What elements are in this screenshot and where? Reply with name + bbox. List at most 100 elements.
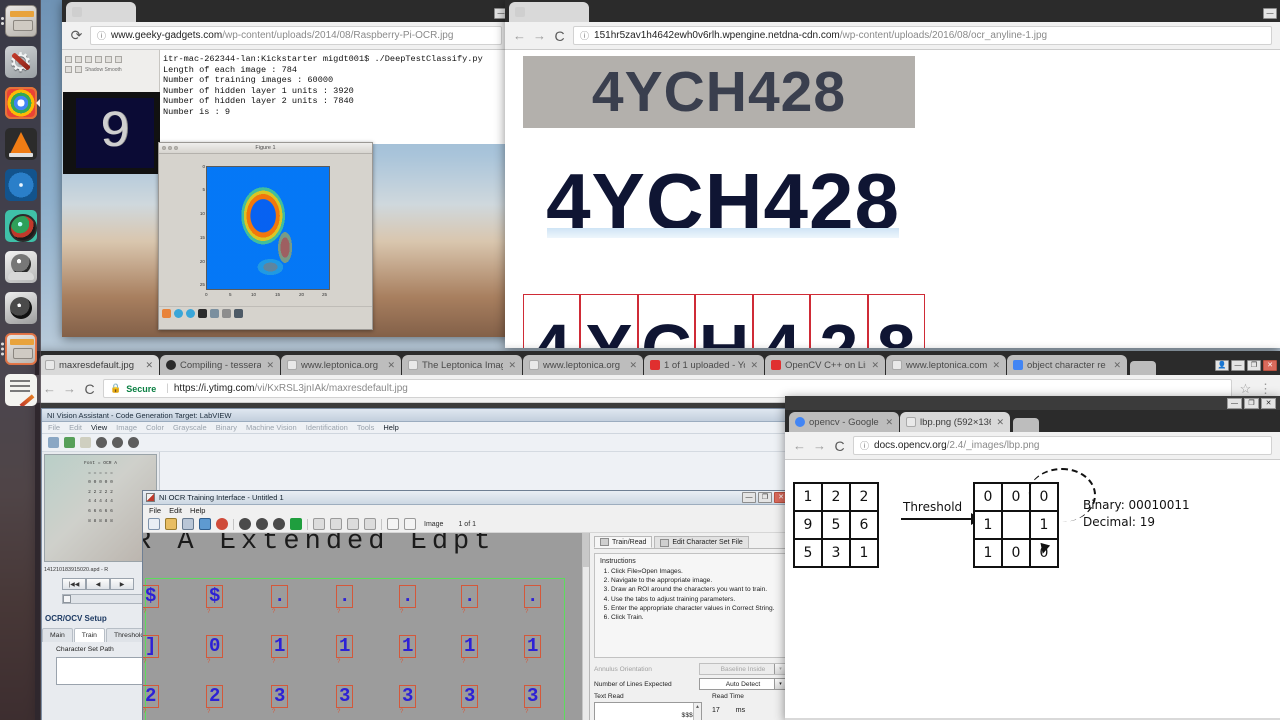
- ni-ocr-training-window[interactable]: NI OCR Training Interface - Untitled 1 —…: [142, 490, 792, 720]
- ni-menu-item-tools[interactable]: Tools: [357, 423, 375, 432]
- scrollbar-thumb[interactable]: [583, 533, 589, 567]
- first-image-icon[interactable]: [313, 518, 325, 530]
- browser-window-anyline[interactable]: — ← → C ⓘ 151hr5zav1h4642ewh0v6rlh.wpeng…: [505, 0, 1280, 348]
- roi-rect-icon[interactable]: [387, 518, 399, 530]
- close-icon[interactable]: ✕: [145, 360, 153, 371]
- bookmark-star-icon[interactable]: ☆: [1239, 381, 1252, 397]
- browser-tab[interactable]: [509, 2, 589, 22]
- unity-launcher[interactable]: [0, 0, 41, 720]
- prev-image-icon[interactable]: [330, 518, 342, 530]
- ni-menu-item-help[interactable]: Help: [383, 423, 398, 432]
- forward-icon[interactable]: →: [533, 28, 546, 43]
- browser-tab[interactable]: 1 of 1 uploaded - Yo ✕: [644, 355, 764, 375]
- launcher-item-webcam[interactable]: [0, 246, 41, 287]
- close-icon[interactable]: ✕: [885, 417, 893, 428]
- launcher-item-chrome[interactable]: [0, 82, 41, 123]
- new-icon[interactable]: [48, 437, 59, 448]
- minimize-button[interactable]: —: [742, 492, 756, 503]
- reload-icon[interactable]: C: [83, 381, 96, 397]
- address-bar[interactable]: ⓘ 151hr5zav1h4642ewh0v6rlh.wpengine.netd…: [573, 26, 1272, 45]
- chrome-menu-icon[interactable]: ⋮: [1259, 381, 1272, 397]
- tabstrip[interactable]: —: [505, 0, 1280, 22]
- close-button[interactable]: ✕: [1263, 360, 1277, 371]
- forward-icon[interactable]: →: [813, 438, 826, 453]
- close-icon[interactable]: ✕: [996, 417, 1004, 428]
- browser-tab[interactable]: Compiling - tessera ✕: [160, 355, 280, 375]
- text-read-scrollbar[interactable]: ▲ ▼: [693, 703, 701, 720]
- figure-toolbar[interactable]: [159, 306, 372, 319]
- minimize-button[interactable]: —: [1227, 397, 1242, 409]
- launcher-item-vlc[interactable]: [0, 123, 41, 164]
- scroll-up-icon[interactable]: ▲: [696, 703, 699, 711]
- ni-nav-buttons[interactable]: |◀◀ ◀ ▶: [62, 578, 134, 590]
- ni-menu-item-grayscale[interactable]: Grayscale: [173, 423, 207, 432]
- ni-menu-item-view[interactable]: View: [91, 423, 107, 432]
- slider-thumb[interactable]: [63, 595, 71, 603]
- profile-button[interactable]: 👤: [1215, 360, 1229, 371]
- ni-menu-item-identification[interactable]: Identification: [306, 423, 348, 432]
- forward-icon[interactable]: →: [63, 381, 76, 396]
- close-icon[interactable]: ✕: [266, 360, 274, 371]
- browser-window-geeky-gadgets[interactable]: — ⟳ ⓘ www.geeky-gadgets.com /wp-content/…: [62, 0, 510, 337]
- toolbar[interactable]: ← → C ⓘ 151hr5zav1h4642ewh0v6rlh.wpengin…: [505, 22, 1280, 50]
- save-icon[interactable]: [182, 518, 194, 530]
- close-icon[interactable]: ✕: [629, 360, 637, 371]
- prev-button[interactable]: ◀: [86, 578, 110, 590]
- back-icon[interactable]: [174, 308, 183, 318]
- close-icon[interactable]: ✕: [387, 360, 395, 371]
- save-as-icon[interactable]: [199, 518, 211, 530]
- back-icon[interactable]: ←: [513, 28, 526, 43]
- ni-menu-item-image[interactable]: Image: [116, 423, 137, 432]
- ocr-menu-item-file[interactable]: File: [149, 506, 161, 515]
- ocr-tab-edit-character-set-file[interactable]: Edit Character Set File: [654, 536, 749, 548]
- reload-icon[interactable]: ⟳: [70, 27, 83, 44]
- browser-tab[interactable]: www.leptonica.org ✕: [281, 355, 401, 375]
- ocr-menu-item-help[interactable]: Help: [190, 506, 205, 515]
- zoom-fit-icon[interactable]: [128, 437, 139, 448]
- browser-tab[interactable]: www.leptonica.org ✕: [523, 355, 643, 375]
- launcher-item-settings[interactable]: [0, 41, 41, 82]
- open-folder-icon[interactable]: [165, 518, 177, 530]
- close-icon[interactable]: ✕: [871, 360, 879, 371]
- maximize-button[interactable]: ❐: [758, 492, 772, 503]
- launcher-item-camera[interactable]: [0, 205, 41, 246]
- toolbar[interactable]: ⟳ ⓘ www.geeky-gadgets.com /wp-content/up…: [62, 22, 510, 50]
- ni-scroll-slider[interactable]: [62, 594, 150, 604]
- window-controls[interactable]: 👤 — ❐ ✕: [1215, 360, 1277, 371]
- ni-menu-item-edit[interactable]: Edit: [69, 423, 82, 432]
- ocr-toolbar[interactable]: Image 1 of 1: [143, 516, 791, 533]
- launcher-item-files[interactable]: [0, 0, 41, 41]
- pan-icon[interactable]: [198, 308, 207, 318]
- new-tab-button[interactable]: [1013, 418, 1039, 432]
- ocr-window-controls[interactable]: — ❐ ✕: [742, 492, 788, 503]
- new-file-icon[interactable]: [148, 518, 160, 530]
- character-set-path-input[interactable]: [56, 657, 152, 685]
- reload-icon[interactable]: C: [833, 438, 846, 454]
- address-bar[interactable]: ⓘ www.geeky-gadgets.com /wp-content/uplo…: [90, 26, 502, 45]
- browser-window-opencv[interactable]: —❐✕ opencv - Google Se✕lbp.png (592×136)…: [785, 396, 1280, 720]
- browser-tab[interactable]: [66, 2, 136, 22]
- save-icon[interactable]: [64, 437, 75, 448]
- zoom-1to1-icon[interactable]: [290, 518, 302, 530]
- window-dots[interactable]: [162, 146, 178, 150]
- ni-menu-item-file[interactable]: File: [48, 423, 60, 432]
- tabstrip[interactable]: maxresdefault.jpg ✕ Compiling - tessera ✕ ww…: [35, 351, 1280, 375]
- close-icon[interactable]: ✕: [992, 360, 1000, 371]
- image-scrollbar[interactable]: [582, 533, 589, 720]
- text-read-output[interactable]: $$$$$.... ?????????? ?????????? ▲ ▼: [594, 702, 702, 720]
- browser-tab[interactable]: The Leptonica Imag ✕: [402, 355, 522, 375]
- configure-icon[interactable]: [222, 308, 231, 318]
- ocr-image-canvas[interactable]: R A Extended Edpt $? $?.?.?.?.?.?]? 0? 1? 1?…: [143, 533, 590, 720]
- browser-tab[interactable]: maxresdefault.jpg ✕: [39, 355, 159, 375]
- browser-tab[interactable]: OpenCV C++ on Lin ✕: [765, 355, 885, 375]
- next-button[interactable]: ▶: [110, 578, 134, 590]
- maximize-button[interactable]: ❐: [1247, 360, 1261, 371]
- close-button[interactable]: ✕: [1261, 397, 1276, 409]
- ni-menu-item-machine-vision[interactable]: Machine Vision: [246, 423, 297, 432]
- launcher-item-shotwell[interactable]: [0, 164, 41, 205]
- zoom-in-icon[interactable]: [239, 518, 251, 530]
- toolbar[interactable]: ← → C ⓘ docs.opencv.org /2.4/_images/lbp…: [785, 432, 1280, 460]
- open-icon[interactable]: [80, 437, 91, 448]
- close-icon[interactable]: ✕: [750, 360, 758, 371]
- zoom-icon[interactable]: [210, 308, 219, 318]
